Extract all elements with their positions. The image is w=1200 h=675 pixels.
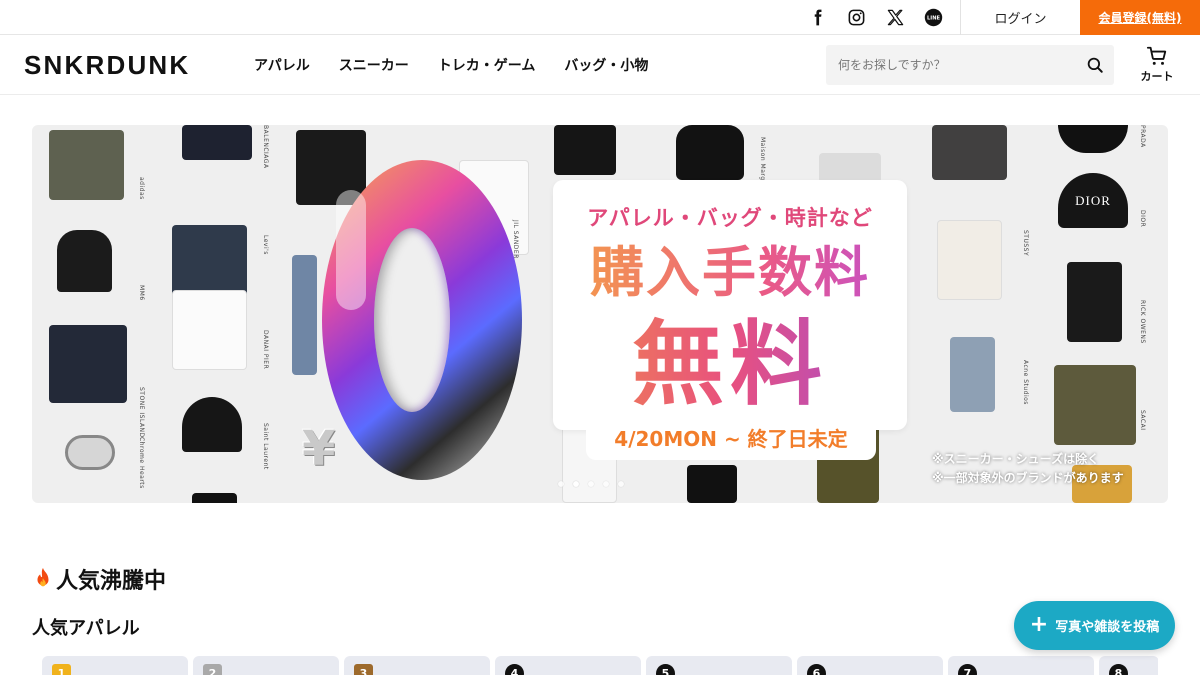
top-utility-bar: LINE ログイン 会員登録(無料) (0, 0, 1200, 35)
search-icon[interactable] (1084, 54, 1106, 76)
rank-badge: 1 (52, 664, 71, 675)
product-image-chain (819, 153, 881, 183)
trending-section-title: 人気沸騰中 (32, 563, 166, 595)
register-button[interactable]: 会員登録(無料) (1080, 0, 1200, 35)
dior-cap-text: DIOR (1075, 192, 1111, 208)
main-header: SNKRDUNK アパレル スニーカー トレカ・ゲーム バッグ・小物 カート (0, 35, 1200, 95)
line-icon-text: LINE (927, 16, 940, 22)
brand-label: STONE ISLAND (138, 387, 145, 438)
brand-label: DIOR (1139, 210, 1146, 228)
search-input[interactable] (826, 45, 1076, 85)
hero-banner[interactable]: DIOR adidas BALENCIAGA Levi's MM6 DANAI … (32, 125, 1168, 503)
rank-badge: 8 (1109, 664, 1128, 675)
rank-badge: 2 (203, 664, 222, 675)
product-image-cap (182, 397, 242, 452)
product-image-tee (192, 493, 237, 503)
ranking-card[interactable]: 1 (42, 656, 188, 675)
nav-item-apparel[interactable]: アパレル (254, 55, 310, 75)
brand-label: adidas (138, 177, 145, 200)
promo-date: 4/20MON ~ 終了日未定 (586, 422, 876, 460)
product-image-acne-jeans (950, 337, 995, 412)
brand-label: Levi's (262, 235, 269, 255)
brand-label: STUSSY (1022, 230, 1029, 257)
product-image-sweatshirt (182, 125, 252, 160)
promo-note-sneakers-excluded: ※スニーカー・シューズは除く (932, 452, 1100, 466)
brand-label: RICK OWENS (1139, 300, 1146, 344)
rank-badge: 7 (958, 664, 977, 675)
brand-label: Saint Laurent (262, 423, 269, 470)
brand-label: Chrome Hearts (138, 437, 145, 489)
zero-highlight (336, 190, 366, 310)
popular-apparel-ranking: 1 2 3 4 5 6 7 8 (42, 656, 1158, 675)
instagram-icon[interactable] (842, 0, 870, 35)
cart-label: カート (1140, 70, 1174, 83)
x-icon[interactable] (881, 0, 909, 35)
ranking-card[interactable]: 8 (1099, 656, 1158, 675)
zero-graphic (312, 160, 542, 500)
rank-badge: 4 (505, 664, 524, 675)
post-button[interactable]: + 写真や雑談を投稿 (1014, 601, 1175, 650)
product-image-black-shorts (687, 465, 737, 503)
brand-label: Acne Studios (1022, 360, 1029, 405)
brand-label: MM6 (138, 285, 145, 301)
promo-notes: ※スニーカー・シューズは除く ※一部対象外のブランドがあります (932, 450, 1124, 488)
cart-button[interactable]: カート (1134, 45, 1180, 85)
ranking-card[interactable]: 3 (344, 656, 490, 675)
line-icon[interactable]: LINE (919, 0, 947, 35)
product-image-cardigan (932, 125, 1007, 180)
carousel-dot-active[interactable] (573, 481, 579, 487)
product-image-rick-owens-shorts (1067, 262, 1122, 342)
carousel-dot[interactable] (603, 481, 609, 487)
product-image-margiela-tee (937, 220, 1002, 300)
rank-badge: 6 (807, 664, 826, 675)
site-logo[interactable]: SNKRDUNK (24, 50, 190, 81)
rank-badge: 5 (656, 664, 675, 675)
product-image-handbag (676, 125, 744, 180)
carousel-dots (558, 481, 624, 487)
brand-label: BALENCIAGA (262, 125, 269, 169)
product-image-dior-cap: DIOR (1058, 173, 1128, 228)
product-image-ring (65, 435, 115, 470)
ranking-card[interactable]: 6 (797, 656, 943, 675)
fire-icon (37, 568, 49, 587)
post-button-label: 写真や雑談を投稿 (1055, 620, 1160, 635)
carousel-dot[interactable] (558, 481, 564, 487)
promo-free-label: 無料 (553, 290, 907, 423)
ranking-card[interactable]: 2 (193, 656, 339, 675)
category-nav: アパレル スニーカー トレカ・ゲーム バッグ・小物 (254, 35, 677, 95)
ranking-card[interactable]: 4 (495, 656, 641, 675)
nav-item-sneakers[interactable]: スニーカー (339, 55, 409, 75)
search-box (826, 45, 1114, 85)
product-image-track-jacket (49, 130, 124, 200)
facebook-icon[interactable] (803, 0, 831, 35)
yen-symbol: ¥ (302, 421, 336, 477)
plus-icon: + (1029, 611, 1049, 637)
carousel-dot[interactable] (588, 481, 594, 487)
nav-item-bags-accessories[interactable]: バッグ・小物 (564, 55, 648, 75)
zero-hole (374, 228, 450, 412)
popular-apparel-title: 人気アパレル (32, 618, 140, 639)
rank-badge: 3 (354, 664, 373, 675)
brand-label: PRADA (1139, 125, 1146, 148)
promo-note-brands-excluded: ※一部対象外のブランドがあります (932, 471, 1124, 485)
product-image-tote-bag (57, 230, 112, 292)
trending-title-text: 人気沸騰中 (56, 569, 167, 594)
ranking-card[interactable]: 7 (948, 656, 1094, 675)
login-link[interactable]: ログイン (961, 0, 1080, 35)
product-image-chrome-hearts-longsleeve (554, 125, 616, 175)
product-image-bomber-jacket (1054, 365, 1136, 445)
nav-item-trading-cards-games[interactable]: トレカ・ゲーム (438, 55, 536, 75)
cart-icon (1146, 46, 1167, 65)
ranking-card[interactable]: 5 (646, 656, 792, 675)
product-image-knit-sweater (49, 325, 127, 403)
brand-label: SACAI (1139, 410, 1146, 431)
product-image-bucket-hat (1058, 125, 1128, 153)
product-image-white-shirt (172, 290, 247, 370)
carousel-dot[interactable] (618, 481, 624, 487)
promo-card: アパレル・バッグ・時計など 購入手数料 無料 (553, 180, 907, 430)
brand-label: DANAI PIER (262, 330, 269, 370)
